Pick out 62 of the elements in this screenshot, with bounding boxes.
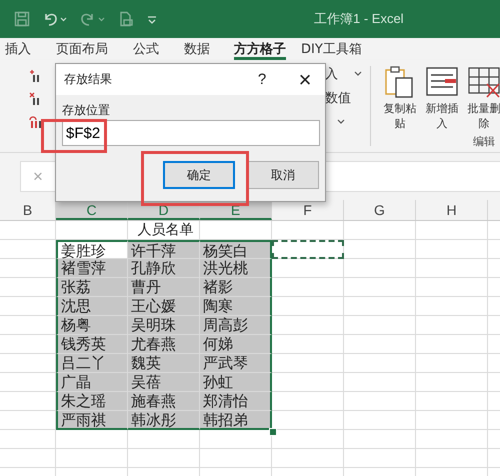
column-header[interactable]: C — [56, 200, 128, 220]
ribbon-tab[interactable]: 插入 — [4, 38, 41, 60]
ribbon-button[interactable]: 批量删除 — [465, 60, 500, 131]
table-cell[interactable]: 郑清怡 — [200, 392, 272, 411]
table-cell[interactable]: 韩冰彤 — [128, 411, 200, 430]
ribbon-tab[interactable]: 页面布局 — [55, 38, 118, 60]
caret-icon[interactable] — [354, 71, 362, 77]
table-cell[interactable]: 陶寒 — [200, 297, 272, 316]
help-button[interactable]: ? — [247, 70, 277, 89]
column-header[interactable]: G — [344, 200, 416, 220]
field-label: 存放位置 — [62, 102, 110, 117]
column-header[interactable]: H — [416, 200, 488, 220]
ribbon-tab[interactable]: DIY工具箱 — [300, 38, 372, 60]
table-cell[interactable]: 沈思 — [56, 297, 128, 316]
ok-button[interactable]: 确定 — [163, 161, 235, 189]
table-cell[interactable]: 钱秀英 — [56, 335, 128, 354]
columns-icon[interactable] — [28, 91, 42, 106]
table-cell[interactable]: 何娣 — [200, 335, 272, 354]
ribbon-label: 入 — [325, 66, 338, 83]
highlight-frame — [41, 119, 107, 153]
table-cell[interactable]: 吴蓓 — [128, 373, 200, 392]
window-title: 工作簿1 - Excel — [314, 10, 404, 28]
columns-icon[interactable] — [28, 114, 42, 129]
close-button[interactable]: × — [285, 68, 325, 92]
ribbon-tab[interactable]: 数据 — [183, 38, 220, 60]
table-cell[interactable]: 吴明珠 — [128, 316, 200, 335]
table-cell[interactable]: 尤春燕 — [128, 335, 200, 354]
dialog-title: 存放结果 — [64, 71, 113, 88]
table-cell[interactable]: 孙虹 — [200, 373, 272, 392]
table-cell[interactable]: 王心媛 — [128, 297, 200, 316]
ribbon-tab[interactable]: 公式 — [132, 38, 169, 60]
caret-icon[interactable] — [337, 119, 345, 125]
table-cell[interactable]: 许千萍 — [128, 240, 200, 259]
table-cell[interactable]: 曹丹 — [128, 278, 200, 297]
table-cell[interactable]: 严武琴 — [200, 354, 272, 373]
table-cell[interactable]: 杨笑白 — [200, 240, 272, 259]
group-label: 编辑 — [473, 134, 495, 149]
table-cell[interactable]: 严雨祺 — [56, 411, 128, 430]
table-cell[interactable]: 孔静欣 — [128, 259, 200, 278]
table-cell[interactable]: 姜胜珍 — [56, 240, 128, 259]
cancel-button[interactable]: 取消 — [247, 161, 319, 189]
ribbon-button[interactable]: 复制粘贴 — [381, 60, 419, 131]
table-cell[interactable]: 周高彭 — [200, 316, 272, 335]
location-field[interactable]: $F$2 — [62, 120, 320, 146]
table-cell[interactable]: 褚影 — [200, 278, 272, 297]
ribbon-button[interactable]: 新增插入 — [423, 60, 461, 131]
fill-handle[interactable] — [269, 428, 277, 436]
table-cell[interactable]: 褚雪萍 — [56, 259, 128, 278]
table-cell[interactable]: 韩招弟 — [200, 411, 272, 430]
table-cell[interactable]: 洪光桃 — [200, 259, 272, 278]
undo-icon[interactable] — [42, 11, 68, 27]
table-cell[interactable]: 施春燕 — [128, 392, 200, 411]
table-delete-icon — [467, 65, 500, 99]
table-cell[interactable]: 杨粤 — [56, 316, 128, 335]
table-cell[interactable]: 魏英 — [128, 354, 200, 373]
ribbon-label: 数值 — [325, 90, 351, 107]
table-cell[interactable]: 广晶 — [56, 373, 128, 392]
table-cell[interactable]: 朱之瑶 — [56, 392, 128, 411]
sheet-title: 人员名单 — [136, 221, 194, 240]
table-cell[interactable]: 张荔 — [56, 278, 128, 297]
columns-icon[interactable] — [28, 68, 42, 83]
table-cell[interactable]: 吕二丫 — [56, 354, 128, 373]
